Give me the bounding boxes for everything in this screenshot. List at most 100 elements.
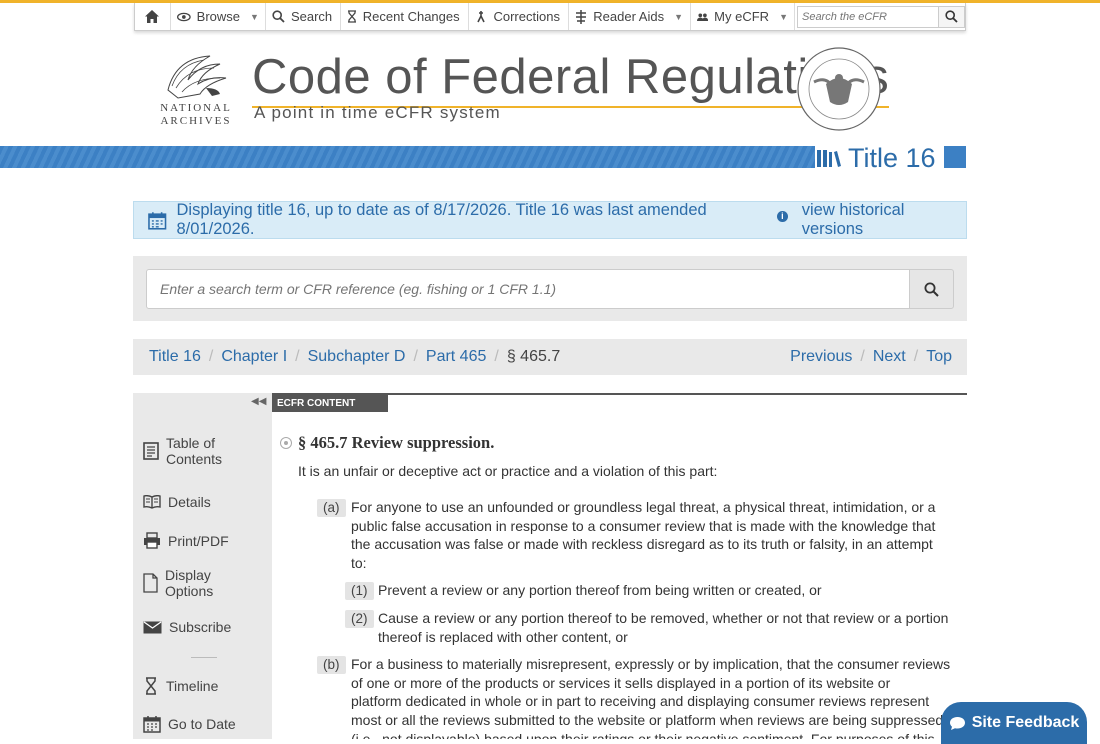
site-subtitle: A point in time eCFR system: [254, 103, 501, 122]
sidebar-item-subscribe[interactable]: Subscribe: [143, 619, 231, 635]
breadcrumb-subchapter[interactable]: Subchapter D: [308, 348, 406, 366]
breadcrumb: Title 16 / Chapter I / Subchapter D / Pa…: [133, 339, 967, 375]
paragraph-line: thereof is replaced with other content, …: [378, 628, 628, 645]
site-feedback-label: Site Feedback: [971, 714, 1080, 731]
printer-icon: [144, 532, 160, 549]
section-intro: It is an unfair or deceptive act or prac…: [298, 463, 718, 479]
chevron-down-icon: ▼: [779, 11, 788, 22]
sidebar-item-go-to-date[interactable]: Go to Date: [143, 715, 236, 733]
my-ecfr-menu[interactable]: My eCFR ▼: [691, 3, 795, 30]
search-menu[interactable]: Search: [266, 3, 341, 30]
paragraph-line: Prevent a review or any portion thereof …: [378, 582, 822, 598]
home-button[interactable]: [135, 3, 171, 30]
paragraph-marker[interactable]: (1): [345, 582, 374, 600]
breadcrumb-separator: /: [413, 348, 418, 365]
gavel-icon: [477, 11, 486, 23]
signpost-icon: [576, 9, 587, 24]
paragraph-line: of one or more of the products or servic…: [351, 674, 891, 691]
eye-icon: [176, 12, 191, 21]
site-title[interactable]: Code of Federal Regulations: [252, 48, 890, 108]
breadcrumb-separator: /: [913, 348, 919, 365]
my-ecfr-label: My eCFR: [714, 9, 770, 24]
top-link[interactable]: Top: [926, 348, 952, 366]
sidebar-label: Details: [168, 494, 211, 510]
logo-text-line1: NATIONAL: [160, 102, 232, 114]
paragraph-b: For a business to materially misrepresen…: [351, 655, 950, 739]
site-feedback-button[interactable]: Site Feedback: [941, 702, 1087, 744]
paragraph-line: For anyone to use an unfounded or ground…: [351, 499, 936, 515]
sidebar: ◀◀ Table of Contents Details Print/PDF Di…: [133, 393, 272, 739]
site-header: NATIONAL ARCHIVES Code of Federal Regula…: [134, 40, 966, 140]
sidebar-item-details[interactable]: Details: [143, 494, 211, 510]
sidebar-divider: [191, 657, 217, 658]
search-icon: [272, 10, 285, 23]
currency-alert: Displaying title 16, up to date as of 8/…: [133, 201, 967, 239]
nav-search-button[interactable]: [938, 5, 965, 28]
top-navigation: Browse ▼ Search Recent Changes Correction…: [134, 3, 966, 31]
hourglass-icon: [347, 10, 356, 23]
logo-text-line2: ARCHIVES: [160, 115, 232, 127]
paragraph-line: to:: [351, 555, 367, 572]
corrections-menu[interactable]: Corrections: [469, 3, 570, 30]
sidebar-label: Display: [165, 567, 211, 583]
cfr-search-input[interactable]: [146, 269, 910, 309]
sidebar-item-display-options[interactable]: Display Options: [143, 567, 213, 599]
title-number: Title 16: [848, 142, 936, 173]
title-badge-block: [944, 146, 966, 168]
ecfr-content-tab: ECFR CONTENT: [272, 395, 388, 412]
recent-changes-menu[interactable]: Recent Changes: [341, 3, 470, 30]
users-icon: [696, 13, 709, 21]
search-label: Search: [290, 9, 333, 24]
hourglass-icon: [146, 677, 156, 695]
reader-aids-menu[interactable]: Reader Aids ▼: [569, 3, 691, 30]
paragraph-marker[interactable]: (2): [345, 610, 374, 628]
sidebar-item-table-of-contents[interactable]: Table of Contents: [143, 435, 222, 467]
breadcrumb-current: § 465.7: [506, 348, 561, 365]
file-icon: [143, 573, 158, 593]
paragraph-line: the accusation was false or made with re…: [351, 536, 933, 553]
sidebar-label: Subscribe: [169, 619, 232, 635]
paragraph-line: (i.e., not displayable) based upon their…: [351, 730, 935, 739]
alert-message: Displaying title 16, up to date as of 8/…: [176, 201, 707, 238]
calendar-icon: [148, 211, 167, 230]
nav-search-input[interactable]: [796, 5, 939, 28]
paragraph-a: For anyone to use an unfounded or ground…: [351, 498, 935, 573]
chevron-down-icon: ▼: [250, 11, 259, 22]
section-title: § 465.7 Review suppression.: [298, 433, 495, 452]
nav-search: [795, 3, 965, 30]
section-navigation: Previous / Next / Top: [790, 339, 952, 375]
breadcrumb-part[interactable]: Part 465: [426, 348, 486, 366]
paragraph-line: most or all the reviews submitted to the…: [351, 712, 944, 729]
open-book-icon: [143, 495, 161, 509]
breadcrumb-chapter[interactable]: Chapter I: [221, 348, 287, 366]
chevron-down-icon: ▼: [674, 11, 684, 22]
section-heading: § 465.7 Review suppression.: [280, 433, 494, 453]
next-link[interactable]: Next: [873, 348, 906, 366]
corrections-label: Corrections: [493, 9, 560, 24]
chat-bubble-icon: [949, 716, 965, 730]
collapse-sidebar-icon[interactable]: ◀◀: [251, 396, 266, 407]
breadcrumb-separator: /: [208, 348, 214, 365]
view-historical-versions-link[interactable]: view historical versions: [802, 201, 966, 239]
breadcrumb-separator: /: [295, 348, 300, 365]
paragraph-marker[interactable]: (b): [317, 656, 346, 674]
archives-seal-icon: [797, 47, 881, 131]
previous-link[interactable]: Previous: [790, 348, 852, 366]
cfr-search-button[interactable]: [909, 269, 954, 309]
sidebar-item-print-pdf[interactable]: Print/PDF: [143, 532, 229, 549]
paragraph-marker[interactable]: (a): [317, 499, 346, 517]
paragraph-line: platform dedicated in whole or in part t…: [351, 693, 930, 710]
breadcrumb-title[interactable]: Title 16: [149, 348, 201, 366]
paragraph-line: Cause a review or any portion thereof to…: [378, 610, 949, 626]
books-icon: [817, 150, 841, 167]
sidebar-label: Go to Date: [168, 716, 236, 732]
reader-aids-label: Reader Aids: [593, 9, 665, 24]
sidebar-item-timeline[interactable]: Timeline: [143, 677, 218, 695]
paragraph-a-1: Prevent a review or any portion thereof …: [378, 581, 822, 600]
sidebar-label: Options: [165, 583, 214, 599]
browse-menu[interactable]: Browse ▼: [171, 3, 266, 30]
info-icon[interactable]: i: [777, 210, 788, 222]
section-expand-icon[interactable]: [280, 437, 292, 449]
breadcrumb-separator: /: [860, 348, 865, 365]
paragraph-line: For a business to materially misrepresen…: [351, 656, 951, 672]
